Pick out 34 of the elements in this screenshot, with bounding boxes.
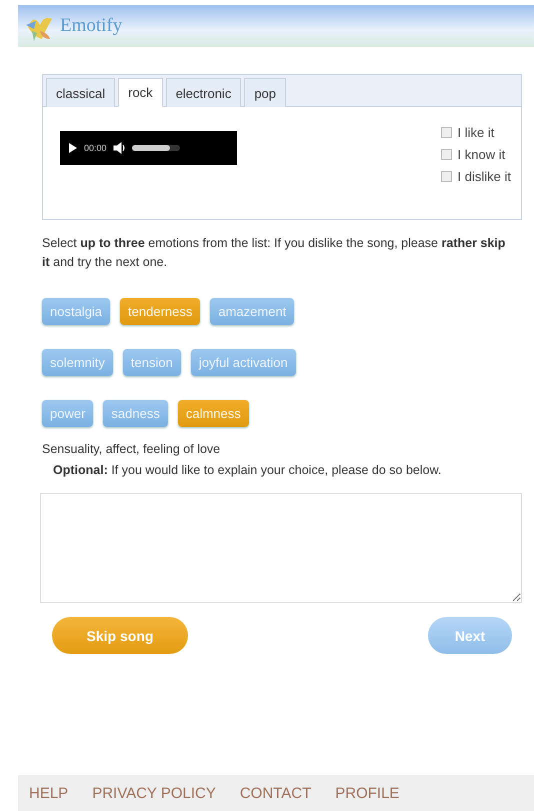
footer-link[interactable]: PROFILE (335, 784, 400, 802)
emotion-description: Sensuality, affect, feeling of love (42, 441, 222, 458)
emotion-chip[interactable]: tenderness (120, 298, 200, 325)
emotion-chip[interactable]: solemnity (42, 349, 113, 376)
play-icon[interactable] (68, 142, 78, 154)
checkbox-label: I know it (458, 147, 506, 162)
instructions-text: Select up to three emotions from the list: If you dislike the song, please rather skip it and try the next one. (42, 235, 506, 271)
emotion-chip[interactable]: power (42, 400, 94, 427)
checkbox[interactable] (440, 171, 452, 182)
genre-tab[interactable]: rock (118, 78, 163, 107)
genre-tab[interactable]: electronic (166, 78, 242, 107)
emotion-chip[interactable]: amazement (210, 298, 294, 325)
checkbox-label: I like it (458, 125, 494, 140)
emotion-chip[interactable]: joyful activation (190, 349, 296, 376)
optional-note: Optional: If you would like to explain your choice, please do so below. (53, 462, 442, 479)
genre-tab[interactable]: pop (244, 78, 286, 107)
volume-icon[interactable] (112, 142, 126, 154)
comment-field[interactable] (40, 493, 522, 603)
next-button[interactable]: Next (428, 617, 512, 654)
site-title: Emotify (60, 15, 122, 37)
footer-link[interactable]: HELP (29, 784, 68, 802)
checkbox-label: I dislike it (458, 169, 511, 184)
emotion-chip[interactable]: calmness (178, 400, 249, 427)
checkbox[interactable] (440, 127, 452, 138)
genre-tab[interactable]: classical (46, 78, 116, 107)
emotion-chip[interactable]: nostalgia (42, 298, 110, 325)
footer-link[interactable]: CONTACT (240, 784, 312, 802)
checkbox[interactable] (440, 149, 452, 160)
skip-button[interactable]: Skip song (52, 617, 188, 654)
emotion-chip[interactable]: tension (122, 349, 181, 376)
time-display: 00:00 (84, 143, 107, 153)
volume-slider[interactable] (132, 145, 180, 151)
footer-link[interactable]: PRIVACY POLICY (92, 784, 216, 802)
emotion-chip[interactable]: sadness (103, 400, 168, 427)
